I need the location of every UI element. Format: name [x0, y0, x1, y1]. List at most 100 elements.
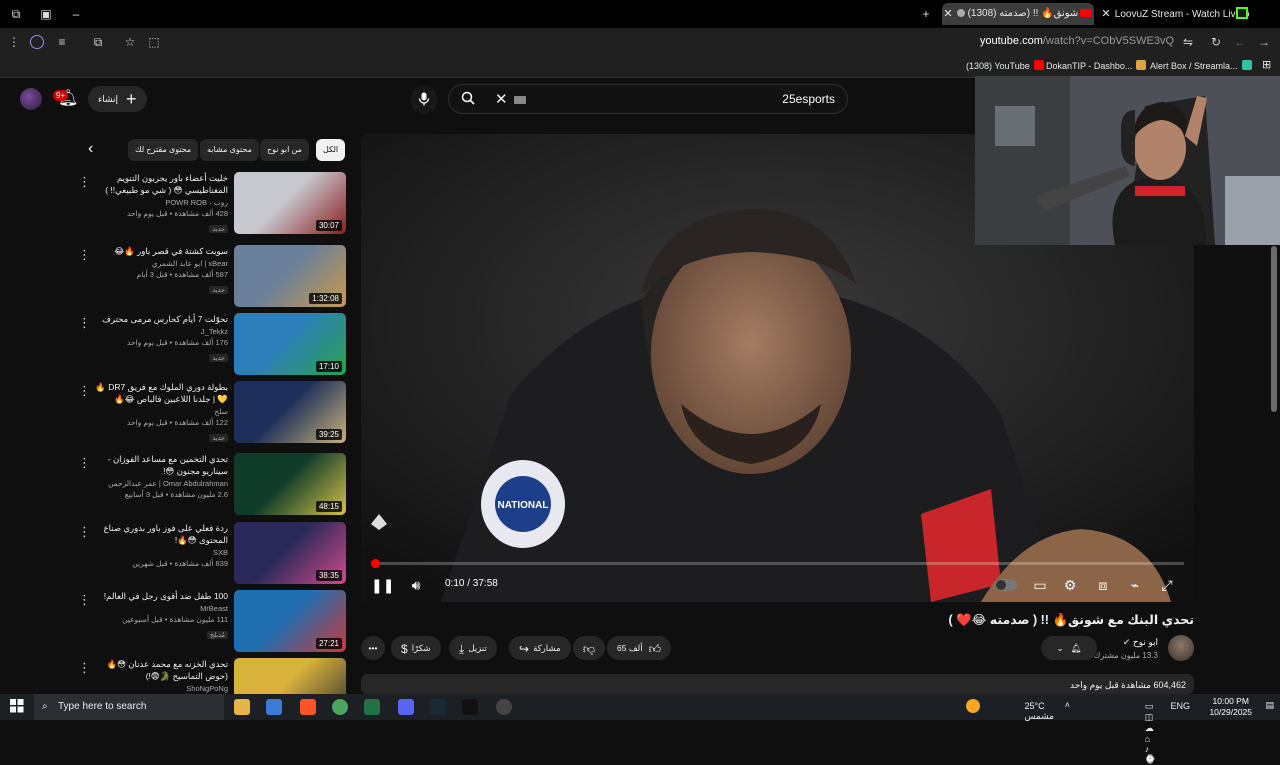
share-button[interactable]: ↪ مشاركة	[509, 636, 571, 660]
dislike-button[interactable]: 👎︎	[573, 636, 605, 660]
tray-icons[interactable]: ▭ ◫ ☁ ⌂ ♪ ⌚	[1145, 701, 1156, 765]
video-thumbnail[interactable]: 39:25	[234, 381, 346, 443]
tab-youtube-video[interactable]: ✕ (1308) تحدي البنك مع شونق🔥 !! (صدمته	[942, 3, 1094, 25]
subtitles-icon[interactable]: ▭	[1029, 574, 1051, 596]
video-thumbnail[interactable]: 1:32:08	[234, 245, 346, 307]
more-options-icon[interactable]: ⋮	[78, 455, 91, 471]
chip-suggested[interactable]: محتوى مقترح لك	[128, 139, 199, 161]
pause-icon[interactable]: ❚❚	[371, 574, 394, 596]
video-thumbnail[interactable]: 48:15	[234, 453, 346, 515]
chrome-icon[interactable]	[332, 699, 348, 715]
excel-icon[interactable]	[364, 699, 380, 715]
bookmark-alertbox[interactable]: Alert Box / Streamla...	[1150, 60, 1252, 71]
tray-overflow-icon[interactable]: ˄	[1065, 700, 1070, 710]
duration-badge: 27:21	[315, 638, 342, 649]
close-tab-icon[interactable]: ✕	[1100, 3, 1112, 25]
keyboard-icon[interactable]	[514, 96, 526, 104]
list-item[interactable]: ⋮ سويت كشتة في قصر باور 🔥😂 xBear | ابو عاب…	[70, 245, 346, 309]
video-title: خليت أعضاء باور يجربون التنويم المغناطيس…	[105, 173, 228, 195]
list-item[interactable]: ⋮ بطولة دوري الملوك مع فريق DR7 🔥💛 | جلدن…	[70, 381, 346, 445]
file-explorer-icon[interactable]	[234, 699, 250, 715]
volume-icon[interactable]: 🔊︎	[405, 574, 427, 596]
clock[interactable]: 10:00 PM 10/29/2025	[1209, 696, 1252, 718]
more-options-icon[interactable]: ⋮	[78, 524, 91, 540]
playlist-icon[interactable]: ≡	[54, 34, 70, 50]
chevron-left-icon[interactable]: ‹	[88, 140, 93, 158]
back-icon[interactable]: ←	[1232, 34, 1248, 50]
store-icon[interactable]	[266, 699, 282, 715]
language-indicator[interactable]: ENG	[1170, 701, 1190, 711]
subscribed-button[interactable]: ⌄ 🔔︎	[1041, 636, 1097, 660]
brave-icon[interactable]	[300, 699, 316, 715]
search-icon[interactable]	[461, 91, 475, 108]
notification-center-icon[interactable]: ▤	[1265, 700, 1274, 711]
more-options-icon[interactable]: ⋮	[78, 174, 91, 190]
window-menu-icon[interactable]: ⧉	[8, 6, 24, 22]
clear-search-icon[interactable]: ✕	[495, 90, 508, 108]
bookmark-dokantip[interactable]: DokanTIP - Dashbo...	[1046, 60, 1147, 71]
more-actions-button[interactable]: •••	[361, 636, 385, 660]
extensions-icon[interactable]: ⧉	[90, 34, 106, 50]
search-input[interactable]	[595, 90, 835, 108]
chip-from-channel[interactable]: من ابو نوح	[260, 139, 309, 161]
discord-icon[interactable]	[398, 699, 414, 715]
weather-text[interactable]: 25°C مشمس	[1024, 701, 1054, 722]
create-button[interactable]: إنشاء +	[88, 86, 147, 112]
taskbar-search[interactable]: ⌕ Type here to search	[34, 694, 224, 720]
bookmark-star-icon[interactable]: ☆	[122, 34, 138, 50]
bookmark-youtube[interactable]: (1308) YouTube	[966, 60, 1044, 71]
description-box[interactable]: 604,462 مشاهدة قبل يوم واحد	[361, 674, 1194, 694]
site-settings-icon[interactable]: ⇋	[1180, 34, 1196, 50]
forward-icon[interactable]: →	[1256, 34, 1272, 50]
more-options-icon[interactable]: ⋮	[78, 592, 91, 608]
voice-search-mic-icon[interactable]	[410, 86, 438, 114]
fullscreen-icon[interactable]: ⤢	[1156, 574, 1178, 596]
avatar[interactable]	[20, 88, 42, 110]
url-field[interactable]: youtube.com/watch?v=CObV5SWE3vQ	[980, 35, 1174, 47]
video-thumbnail[interactable]: 27:21	[234, 590, 346, 652]
windows-start-icon[interactable]	[10, 699, 24, 713]
cast-icon[interactable]: ⌁	[1124, 574, 1146, 596]
more-options-icon[interactable]: ⋮	[78, 315, 91, 331]
page-scrollbar[interactable]	[1271, 82, 1277, 692]
list-item[interactable]: ⋮ 100 طفل ضد أقوى رجل في العالم! MrBeast 11…	[70, 590, 346, 654]
settings-gear-icon[interactable]: ⚙	[1059, 574, 1081, 596]
list-item[interactable]: ⋮ تحدي التخمين مع مساعد الفوزان - سيناريو…	[70, 453, 346, 517]
video-thumbnail[interactable]: 38:35	[234, 522, 346, 584]
chip-related[interactable]: محتوى مشابه	[200, 139, 259, 161]
scrollbar-thumb[interactable]	[1271, 246, 1277, 412]
chip-all[interactable]: الكل	[316, 139, 346, 161]
bookmarks-overflow-icon[interactable]: ⊞	[1262, 58, 1271, 71]
like-button[interactable]: 65 ألف 👍︎	[607, 636, 672, 660]
more-options-icon[interactable]: ⋮	[78, 247, 91, 263]
close-tab-icon[interactable]: ✕	[942, 3, 954, 25]
channel-avatar[interactable]	[1168, 635, 1194, 661]
list-item[interactable]: ⋮ ردة فعلي على فوز باور بدوري صناع المحتو…	[70, 522, 346, 586]
more-options-icon[interactable]: ⋮	[78, 660, 91, 676]
channel-name[interactable]: ابو نوح ✔	[1123, 637, 1158, 648]
profile-icon[interactable]	[30, 35, 44, 49]
video-thumbnail[interactable]: 17:10	[234, 313, 346, 375]
tab-loovuz[interactable]: ✕ LoovuZ Stream - Watch Live on	[1100, 3, 1250, 25]
list-item[interactable]: ⋮ خليت أعضاء باور يجربون التنويم المغناطي…	[70, 172, 346, 236]
app-icon[interactable]	[462, 699, 478, 715]
list-item[interactable]: ⋮ تحوّلت 7 أيام كحارس مرمى محترف J_Tekkz 17…	[70, 313, 346, 377]
reload-icon[interactable]: ↻	[1208, 34, 1224, 50]
thanks-button[interactable]: $ شكرًا	[391, 636, 441, 660]
download-icon: ⤓	[459, 642, 465, 656]
autoplay-toggle[interactable]	[995, 579, 1017, 591]
progress-bar[interactable]	[370, 559, 1184, 568]
url-host: youtube.com	[979, 35, 1043, 47]
vertical-menu-icon[interactable]: ⋮	[6, 34, 22, 50]
minimize-icon[interactable]: –	[68, 6, 84, 22]
video-thumbnail[interactable]: 30:07	[234, 172, 346, 234]
steam-icon[interactable]	[430, 699, 446, 715]
new-tab-icon[interactable]: +	[918, 6, 934, 22]
tab-overview-icon[interactable]: ▣	[38, 6, 54, 22]
screenshot-icon[interactable]: ⬚	[146, 34, 162, 50]
download-button[interactable]: ⤓ تنزيل	[449, 636, 497, 660]
more-options-icon[interactable]: ⋮	[78, 383, 91, 399]
obs-icon[interactable]	[496, 699, 512, 715]
progress-scrubber[interactable]	[370, 559, 380, 568]
miniplayer-icon[interactable]: ⧈	[1092, 574, 1114, 596]
